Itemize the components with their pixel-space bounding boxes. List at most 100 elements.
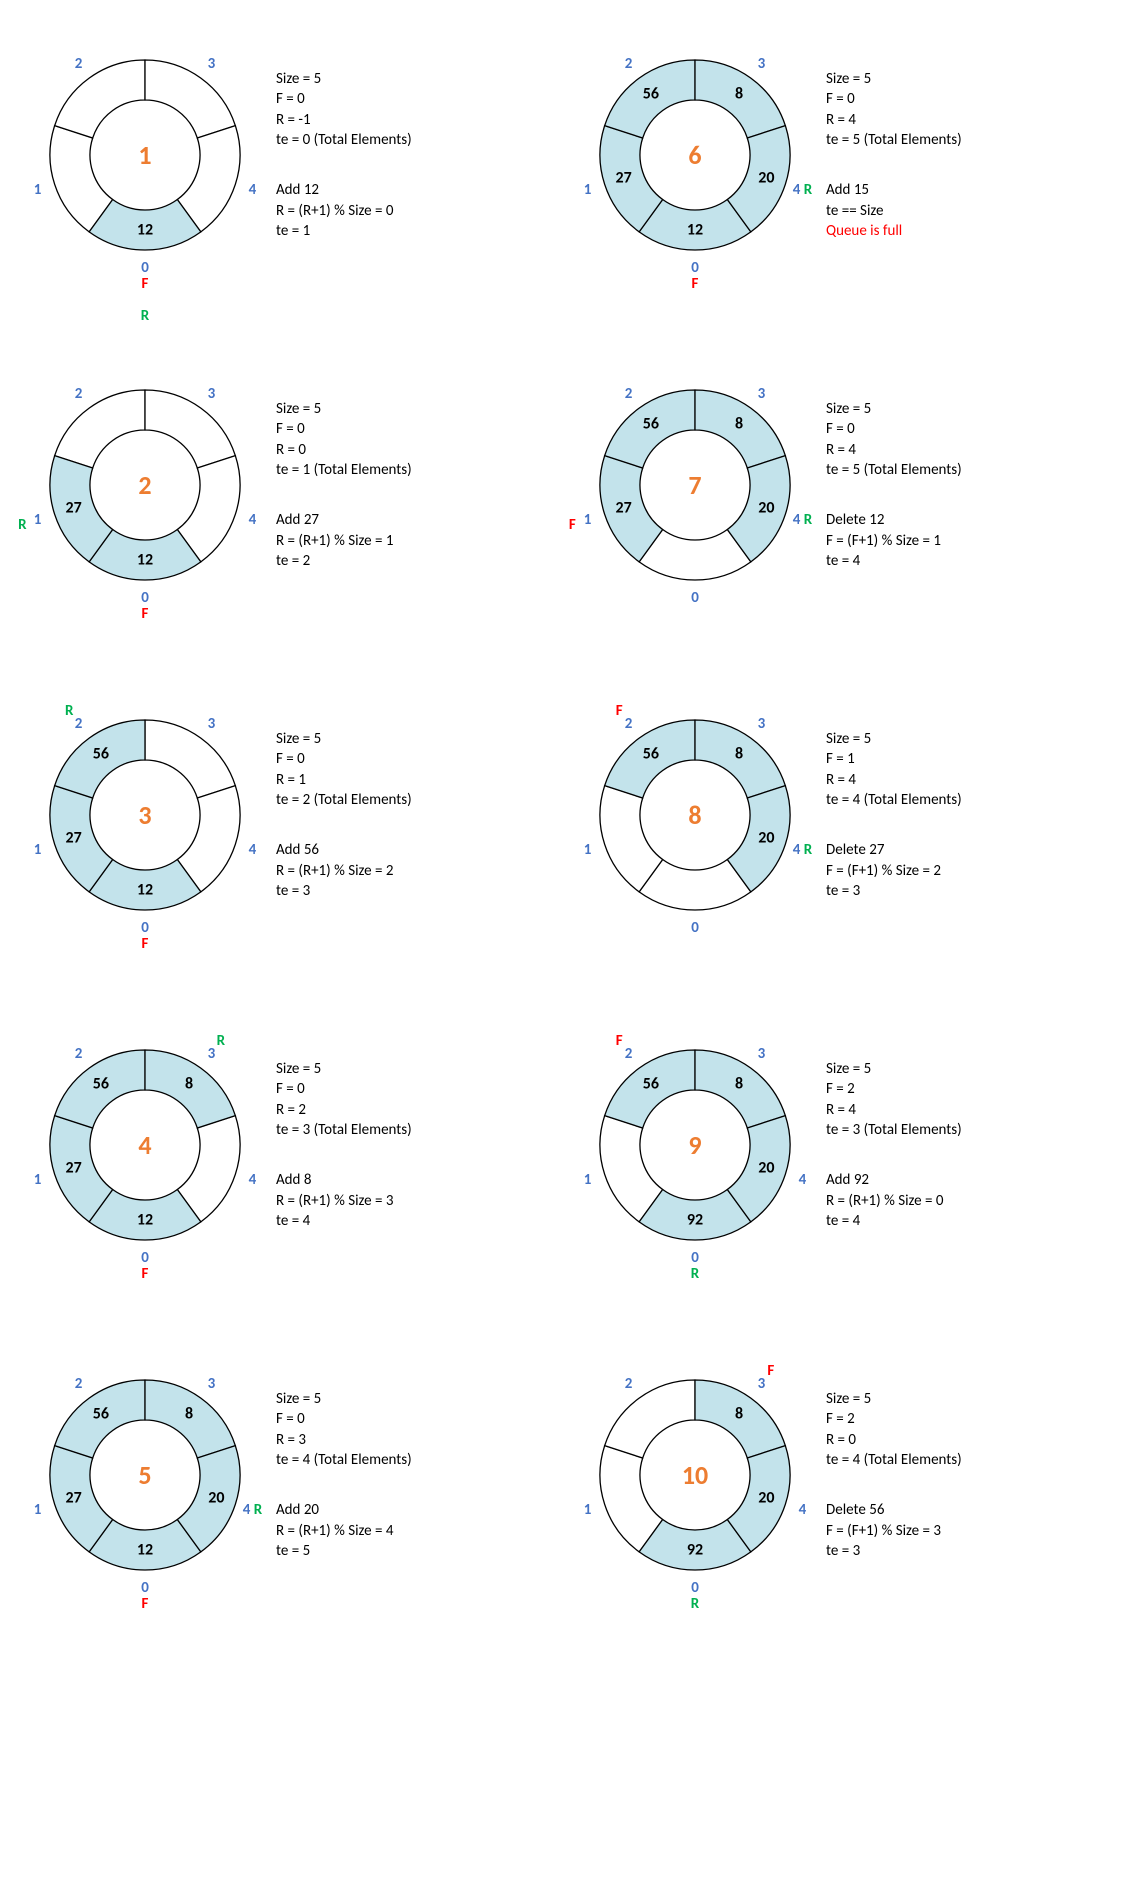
info-line: R = -1 [276, 110, 570, 130]
info-line: R = 1 [276, 770, 570, 790]
info-line: F = (F+1) % Size = 1 [826, 531, 1120, 551]
info-line: Size = 5 [826, 1389, 1120, 1409]
info-line: R = 3 [276, 1430, 570, 1450]
info-line [276, 490, 570, 510]
info-line: F = 0 [826, 419, 1120, 439]
info-line: te = 4 [826, 1211, 1120, 1231]
info-line: Delete 27 [826, 840, 1120, 860]
circular-queue-diagram: 11201234FRSize = 5F = 0R = -1te = 0 (Tot… [0, 0, 1140, 1740]
info-line: R = (R+1) % Size = 0 [276, 201, 570, 221]
info-line: Add 92 [826, 1170, 1120, 1190]
info-line: te = 4 (Total Elements) [276, 1450, 570, 1470]
info-line: te = 3 (Total Elements) [826, 1120, 1120, 1140]
diagram-cell: 2122701234FRSize = 5F = 0R = 0te = 1 (To… [20, 360, 570, 610]
info-line: R = 4 [826, 440, 1120, 460]
info-line: te = 2 [276, 551, 570, 571]
info-line: Add 27 [276, 510, 570, 530]
diagram-cell: 109282001234FR Size = 5F = 2R = 0te = 4 (… [570, 1350, 1120, 1600]
info-line: R = 4 [826, 1100, 1120, 1120]
info-line: R = (R+1) % Size = 0 [826, 1191, 1120, 1211]
info-line: F = 0 [826, 89, 1120, 109]
info-line [276, 160, 570, 180]
queue-ring: 85682001234 RF [570, 690, 820, 940]
info-line [826, 160, 1120, 180]
step-info: Size = 5F = 0R = -1te = 0 (Total Element… [270, 69, 570, 241]
info-line: te = 4 (Total Elements) [826, 1450, 1120, 1470]
info-line: R = 2 [276, 1100, 570, 1120]
info-line: Size = 5 [276, 1059, 570, 1079]
info-line: Size = 5 [276, 729, 570, 749]
info-line: R = (R+1) % Size = 1 [276, 531, 570, 551]
step-info: Size = 5F = 0R = 3te = 4 (Total Elements… [270, 1389, 570, 1561]
info-line: F = 0 [276, 1409, 570, 1429]
info-line: Size = 5 [276, 399, 570, 419]
info-line: R = 4 [826, 110, 1120, 130]
info-line: te = 4 (Total Elements) [826, 790, 1120, 810]
info-line: te = 4 [276, 1211, 570, 1231]
info-line: te = 1 (Total Elements) [276, 460, 570, 480]
queue-ring: 109282001234FR [570, 1350, 820, 1600]
info-line: F = 1 [826, 749, 1120, 769]
info-line: R = (R+1) % Size = 4 [276, 1521, 570, 1541]
info-line: Size = 5 [826, 69, 1120, 89]
info-line: F = 0 [276, 749, 570, 769]
info-line [826, 820, 1120, 840]
diagram-row: 512275682001234 RFSize = 5F = 0R = 3te =… [20, 1350, 1120, 1600]
diagram-cell: 85682001234 RFSize = 5F = 1R = 4te = 4 (… [570, 690, 1120, 940]
info-line: Size = 5 [826, 399, 1120, 419]
step-info: Size = 5F = 0R = 4te = 5 (Total Elements… [820, 69, 1120, 241]
diagram-cell: 312275601234FRSize = 5F = 0R = 1te = 2 (… [20, 690, 570, 940]
diagram-cell: 512275682001234 RFSize = 5F = 0R = 3te =… [20, 1350, 570, 1600]
step-info: Size = 5F = 0R = 1te = 2 (Total Elements… [270, 729, 570, 901]
info-line: F = 2 [826, 1409, 1120, 1429]
info-line: F = (F+1) % Size = 3 [826, 1521, 1120, 1541]
step-info: Size = 5F = 0R = 0te = 1 (Total Elements… [270, 399, 570, 571]
info-line: Add 12 [276, 180, 570, 200]
step-info: Size = 5F = 2R = 4te = 3 (Total Elements… [820, 1059, 1120, 1231]
queue-ring: 11201234FR [20, 30, 270, 280]
info-line [826, 490, 1120, 510]
queue-ring: 512275682001234 RF [20, 1350, 270, 1600]
step-info: Size = 5F = 0R = 2te = 3 (Total Elements… [270, 1059, 570, 1231]
info-line: R = (R+1) % Size = 3 [276, 1191, 570, 1211]
queue-ring: 612275682001234 RF [570, 30, 820, 280]
info-line: F = 0 [276, 419, 570, 439]
diagram-row: 312275601234FRSize = 5F = 0R = 1te = 2 (… [20, 690, 1120, 940]
info-line: F = 0 [276, 89, 570, 109]
diagram-row: 4122756801234FRSize = 5F = 0R = 2te = 3 … [20, 1020, 1120, 1270]
info-line: te = 4 [826, 551, 1120, 571]
info-line: te = 5 (Total Elements) [826, 130, 1120, 150]
info-line: Size = 5 [276, 1389, 570, 1409]
info-line: Add 15 [826, 180, 1120, 200]
info-line [826, 1150, 1120, 1170]
info-line: R = (R+1) % Size = 2 [276, 861, 570, 881]
info-line: F = (F+1) % Size = 2 [826, 861, 1120, 881]
info-line: Queue is full [826, 221, 1120, 241]
step-info: Size = 5F = 0R = 4te = 5 (Total Elements… [820, 399, 1120, 571]
queue-ring: 7275682001234 RF [570, 360, 820, 610]
info-line [276, 1150, 570, 1170]
info-line: te = 1 [276, 221, 570, 241]
queue-ring: 2122701234FR [20, 360, 270, 610]
info-line: te = 0 (Total Elements) [276, 130, 570, 150]
diagram-row: 11201234FRSize = 5F = 0R = -1te = 0 (Tot… [20, 30, 1120, 280]
info-line: te = 3 [826, 881, 1120, 901]
info-line: R = 0 [276, 440, 570, 460]
info-line: F = 0 [276, 1079, 570, 1099]
info-line: te = 3 (Total Elements) [276, 1120, 570, 1140]
info-line [276, 1480, 570, 1500]
info-line: R = 0 [826, 1430, 1120, 1450]
queue-ring: 9925682001234FR [570, 1020, 820, 1270]
info-line: te == Size [826, 201, 1120, 221]
info-line: te = 3 [826, 1541, 1120, 1561]
info-line: Add 8 [276, 1170, 570, 1190]
info-line: Size = 5 [276, 69, 570, 89]
diagram-cell: 7275682001234 RFSize = 5F = 0R = 4te = 5… [570, 360, 1120, 610]
info-line: te = 5 [276, 1541, 570, 1561]
info-line: te = 5 (Total Elements) [826, 460, 1120, 480]
diagram-cell: 11201234FRSize = 5F = 0R = -1te = 0 (Tot… [20, 30, 570, 280]
info-line: te = 2 (Total Elements) [276, 790, 570, 810]
info-line: Delete 12 [826, 510, 1120, 530]
info-line: Size = 5 [826, 729, 1120, 749]
rear-pointer: R [141, 307, 149, 325]
